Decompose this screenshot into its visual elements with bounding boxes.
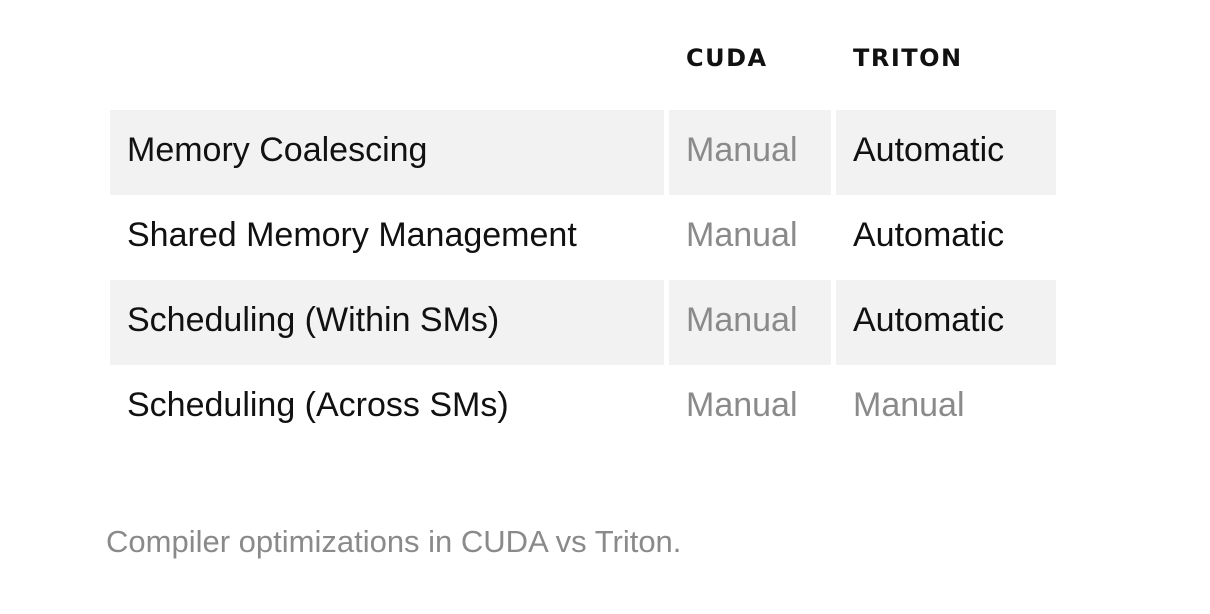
table-caption: Compiler optimizations in CUDA vs Triton…: [106, 524, 682, 559]
comparison-table-container: CUDA TRITON Memory Coalescing Manual Aut…: [110, 38, 1061, 450]
triton-cell: Automatic: [853, 215, 1005, 254]
feature-cell: Shared Memory Management: [127, 215, 577, 254]
feature-cell: Memory Coalescing: [110, 110, 664, 195]
table-row: Scheduling (Across SMs) Manual Manual: [110, 365, 1056, 450]
cuda-cell: Manual: [669, 110, 831, 195]
comparison-table: CUDA TRITON Memory Coalescing Manual Aut…: [105, 38, 1061, 450]
header-cuda: CUDA: [686, 44, 768, 72]
table-header-row: CUDA TRITON: [110, 38, 1056, 110]
cuda-cell: Manual: [669, 280, 831, 365]
triton-cell: Automatic: [836, 110, 1056, 195]
triton-cell: Manual: [853, 385, 965, 424]
triton-cell: Automatic: [836, 280, 1056, 365]
table-row: Memory Coalescing Manual Automatic: [110, 110, 1056, 195]
header-feature: [110, 38, 664, 110]
feature-cell: Scheduling (Across SMs): [127, 385, 509, 424]
header-triton: TRITON: [853, 44, 963, 72]
cuda-cell: Manual: [686, 215, 798, 254]
table-row: Shared Memory Management Manual Automati…: [110, 195, 1056, 280]
cuda-cell: Manual: [686, 385, 798, 424]
feature-cell: Scheduling (Within SMs): [110, 280, 664, 365]
table-row: Scheduling (Within SMs) Manual Automatic: [110, 280, 1056, 365]
